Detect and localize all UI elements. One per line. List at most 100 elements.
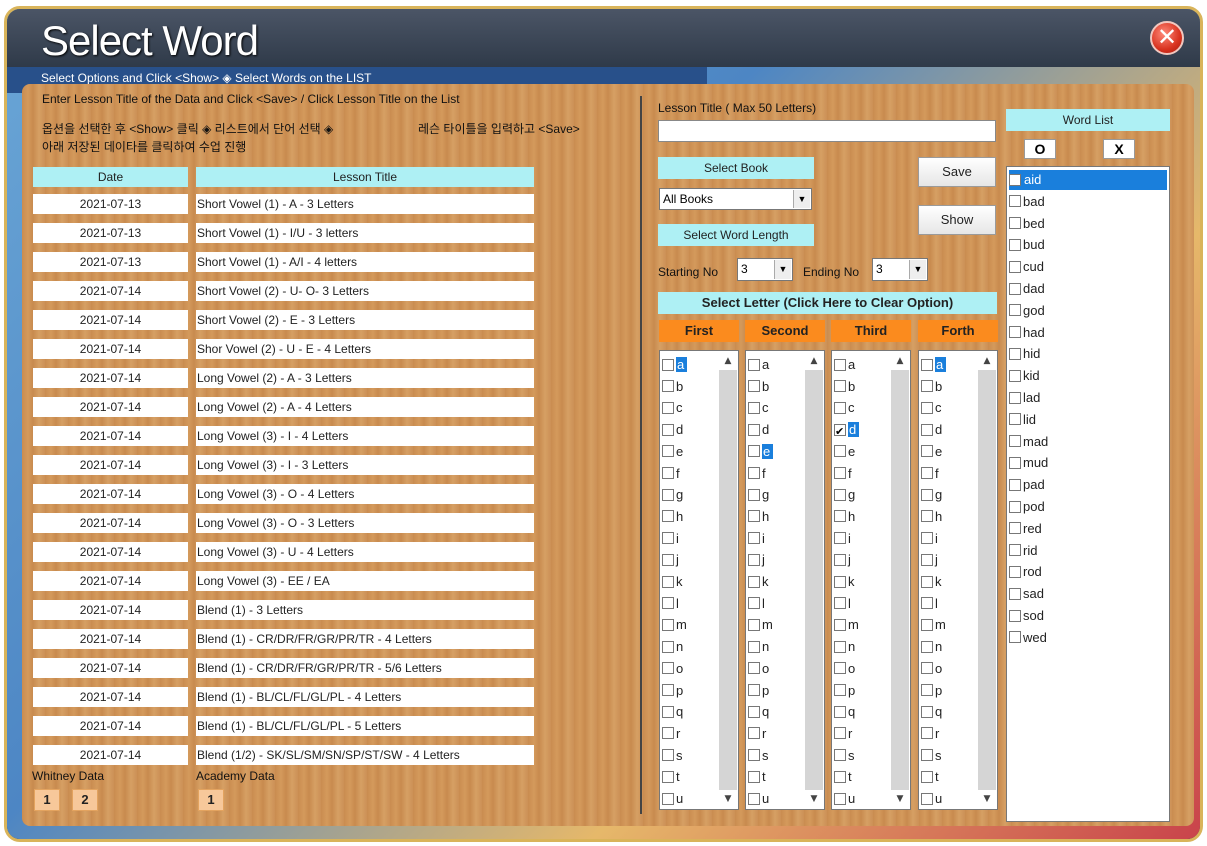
checkbox[interactable] [921,358,933,371]
column-header-lesson-title[interactable]: Lesson Title [196,167,534,187]
chevron-down-icon[interactable]: ▼ [909,260,926,279]
lesson-date-cell[interactable]: 2021-07-14 [33,455,188,475]
whitney-page-2-button[interactable]: 2 [72,789,98,811]
lesson-title-cell[interactable]: Short Vowel (1) - A/I - 4 letters [196,252,534,272]
lesson-title-cell[interactable]: Short Vowel (2) - E - 3 Letters [196,310,534,330]
letter-option[interactable]: f [834,464,852,484]
lesson-title-cell[interactable]: Blend (1) - BL/CL/FL/GL/PL - 4 Letters [196,687,534,707]
checkbox[interactable] [748,640,760,653]
word-list-item[interactable]: bud [1009,235,1045,255]
word-list-item[interactable]: sod [1009,606,1044,626]
letter-option[interactable]: p [662,681,683,701]
checkbox[interactable] [662,792,674,805]
word-list-item[interactable]: bad [1009,192,1045,212]
letter-option[interactable]: i [748,529,765,549]
checkbox[interactable] [834,640,846,653]
checkbox[interactable] [748,467,760,480]
checkbox[interactable] [662,575,674,588]
lesson-title-cell[interactable]: Long Vowel (3) - I - 3 Letters [196,455,534,475]
close-icon[interactable]: ✕ [1150,21,1184,55]
letter-option[interactable]: m [834,615,859,635]
lesson-title-cell[interactable]: Blend (1/2) - SK/SL/SM/SN/SP/ST/SW - 4 L… [196,745,534,765]
letter-option[interactable]: n [662,637,683,657]
lesson-date-cell[interactable]: 2021-07-14 [33,484,188,504]
letter-option[interactable]: c [834,398,855,418]
checkbox[interactable] [834,488,846,501]
letter-option[interactable]: q [921,702,942,722]
letter-option[interactable]: b [662,377,683,397]
letter-option[interactable]: b [834,377,855,397]
lesson-title-cell[interactable]: Long Vowel (2) - A - 3 Letters [196,368,534,388]
checkbox[interactable] [1009,478,1021,491]
letter-option[interactable]: r [921,724,939,744]
word-list-item[interactable]: red [1009,519,1042,539]
lesson-title-cell[interactable]: Blend (1) - CR/DR/FR/GR/PR/TR - 4 Letter… [196,629,534,649]
lesson-title-cell[interactable]: Long Vowel (2) - A - 4 Letters [196,397,534,417]
checkbox[interactable] [834,380,846,393]
checkbox[interactable] [748,727,760,740]
checkbox[interactable] [662,640,674,653]
checkbox[interactable] [921,467,933,480]
lesson-title-cell[interactable]: Long Vowel (3) - O - 4 Letters [196,484,534,504]
checkbox[interactable] [662,510,674,523]
letter-option[interactable]: j [834,550,851,570]
letter-option[interactable]: k [834,572,855,592]
checkbox[interactable] [662,467,674,480]
lesson-title-cell[interactable]: Blend (1) - BL/CL/FL/GL/PL - 5 Letters [196,716,534,736]
letter-option[interactable]: b [748,377,769,397]
letter-option[interactable]: g [921,485,942,505]
letter-option[interactable]: e [748,442,774,462]
letter-option[interactable]: u [834,789,855,809]
lesson-title-cell[interactable]: Long Vowel (3) - U - 4 Letters [196,542,534,562]
checkbox[interactable] [748,510,760,523]
letter-option[interactable]: f [662,464,680,484]
lesson-date-cell[interactable]: 2021-07-14 [33,542,188,562]
chevron-up-icon[interactable]: ▲ [891,352,909,370]
checkbox[interactable] [1009,282,1021,295]
word-list-item[interactable]: lad [1009,388,1040,408]
letter-option[interactable]: k [921,572,942,592]
letter-option[interactable]: t [748,767,766,787]
word-list-item[interactable]: sad [1009,584,1044,604]
checkbox[interactable] [921,727,933,740]
checkbox[interactable] [748,749,760,762]
letter-option[interactable]: b [921,377,942,397]
word-list-item[interactable]: kid [1009,366,1040,386]
letter-option[interactable]: e [834,442,855,462]
letter-option[interactable]: o [921,659,942,679]
lesson-date-cell[interactable]: 2021-07-14 [33,745,188,765]
checkbox[interactable] [662,597,674,610]
checkbox[interactable] [834,532,846,545]
letter-option[interactable]: j [662,550,679,570]
word-list-item[interactable]: rid [1009,541,1037,561]
checkbox[interactable] [748,445,760,458]
letter-list-forth[interactable]: a b c d e f g h i j k l m n o p q r s t u ▲ ▼ [918,350,998,810]
checkbox[interactable] [662,770,674,783]
letter-option[interactable]: r [748,724,766,744]
chevron-down-icon[interactable]: ▼ [774,260,791,279]
checkbox[interactable] [1009,173,1021,186]
lesson-date-cell[interactable]: 2021-07-14 [33,658,188,678]
letter-option[interactable]: o [834,659,855,679]
checkbox[interactable] [921,380,933,393]
checkbox[interactable] [921,618,933,631]
lesson-date-cell[interactable]: 2021-07-14 [33,600,188,620]
checkbox[interactable] [834,510,846,523]
letter-option[interactable]: c [748,398,769,418]
letter-option[interactable]: m [921,615,946,635]
letter-option[interactable]: a [748,355,769,375]
checkbox[interactable] [662,445,674,458]
checkbox[interactable] [1009,391,1021,404]
checkbox[interactable] [834,358,846,371]
checkbox[interactable] [921,445,933,458]
word-list-item[interactable]: bed [1009,214,1045,234]
checkbox[interactable] [748,770,760,783]
starting-no-select[interactable]: 3 ▼ [737,258,793,281]
checkbox[interactable] [834,401,846,414]
letter-list-first[interactable]: a b c d e f g h i j k l m n o p q r s t u ▲ ▼ [659,350,739,810]
checkbox[interactable] [662,662,674,675]
lesson-date-cell[interactable]: 2021-07-14 [33,571,188,591]
word-list-item[interactable]: god [1009,301,1045,321]
clear-all-button[interactable]: X [1103,139,1135,159]
checkbox[interactable] [834,445,846,458]
